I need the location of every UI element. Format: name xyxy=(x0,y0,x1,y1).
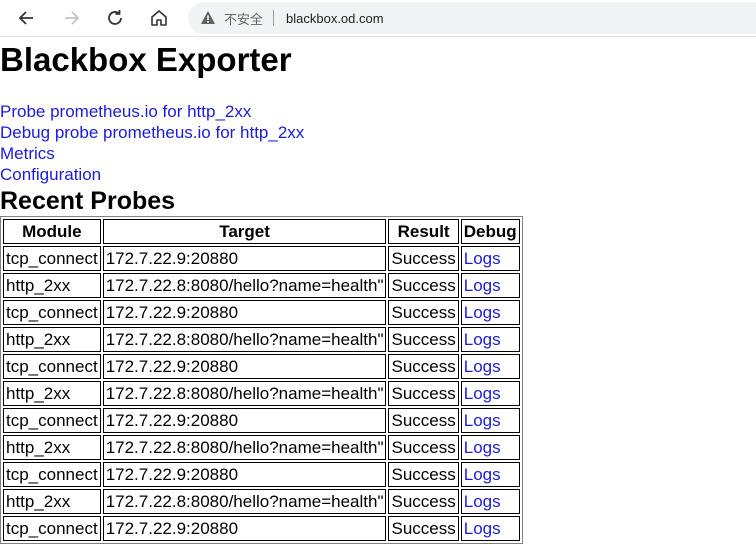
result-cell: Success xyxy=(388,273,459,298)
table-row: http_2xx 172.7.22.8:8080/hello?name=healt… xyxy=(3,381,520,406)
table-row: tcp_connect 172.7.22.9:20880 Success Logs xyxy=(3,516,520,541)
target-cell: 172.7.22.9:20880 xyxy=(102,300,387,325)
target-cell: 172.7.22.9:20880 xyxy=(102,354,387,379)
address-bar[interactable]: 不安全 blackbox.od.com xyxy=(188,2,756,34)
address-divider xyxy=(273,10,275,26)
logs-link[interactable]: Logs xyxy=(460,327,520,352)
table-header-row: Module Target Result Debug xyxy=(3,219,520,244)
logs-link[interactable]: Logs xyxy=(460,300,520,325)
result-cell: Success xyxy=(388,462,459,487)
forward-icon xyxy=(65,11,80,25)
table-row: tcp_connect 172.7.22.9:20880 Success Logs xyxy=(3,354,520,379)
logs-link[interactable]: Logs xyxy=(460,354,520,379)
table-row: tcp_connect 172.7.22.9:20880 Success Logs xyxy=(3,462,520,487)
home-icon xyxy=(151,10,167,26)
target-cell: 172.7.22.9:20880 xyxy=(102,246,387,271)
logs-link[interactable]: Logs xyxy=(460,516,520,541)
debug-header: Debug xyxy=(460,219,520,244)
back-button[interactable] xyxy=(13,4,41,32)
table-row: http_2xx 172.7.22.8:8080/hello?name=healt… xyxy=(3,435,520,460)
result-cell: Success xyxy=(388,354,459,379)
module-cell: http_2xx xyxy=(3,381,101,406)
home-button[interactable] xyxy=(145,4,173,32)
result-cell: Success xyxy=(388,489,459,514)
logs-link[interactable]: Logs xyxy=(460,381,520,406)
logs-link[interactable]: Logs xyxy=(460,462,520,487)
url-text[interactable]: blackbox.od.com xyxy=(286,11,384,26)
logs-link[interactable]: Logs xyxy=(460,435,520,460)
table-row: http_2xx 172.7.22.8:8080/hello?name=healt… xyxy=(3,327,520,352)
probe-link[interactable]: Probe prometheus.io for http_2xx xyxy=(0,101,304,122)
module-header: Module xyxy=(3,219,101,244)
module-cell: http_2xx xyxy=(3,435,101,460)
target-header: Target xyxy=(102,219,387,244)
links-list: Probe prometheus.io for http_2xx Debug p… xyxy=(0,101,304,185)
debug-probe-link[interactable]: Debug probe prometheus.io for http_2xx xyxy=(0,122,304,143)
target-cell: 172.7.22.8:8080/hello?name=health" xyxy=(102,327,387,352)
module-cell: http_2xx xyxy=(3,327,101,352)
result-cell: Success xyxy=(388,381,459,406)
logs-link[interactable]: Logs xyxy=(460,273,520,298)
target-cell: 172.7.22.9:20880 xyxy=(102,408,387,433)
table-row: tcp_connect 172.7.22.9:20880 Success Logs xyxy=(3,246,520,271)
result-cell: Success xyxy=(388,516,459,541)
reload-button[interactable] xyxy=(101,4,129,32)
metrics-link[interactable]: Metrics xyxy=(0,143,304,164)
target-cell: 172.7.22.8:8080/hello?name=health" xyxy=(102,273,387,298)
module-cell: tcp_connect xyxy=(3,462,101,487)
module-cell: tcp_connect xyxy=(3,408,101,433)
recent-probes-heading: Recent Probes xyxy=(0,187,176,215)
target-cell: 172.7.22.8:8080/hello?name=health" xyxy=(102,489,387,514)
logs-link[interactable]: Logs xyxy=(460,489,520,514)
target-cell: 172.7.22.8:8080/hello?name=health" xyxy=(102,435,387,460)
module-cell: tcp_connect xyxy=(3,300,101,325)
result-cell: Success xyxy=(388,408,459,433)
module-cell: tcp_connect xyxy=(3,354,101,379)
result-cell: Success xyxy=(388,435,459,460)
target-cell: 172.7.22.9:20880 xyxy=(102,462,387,487)
logs-link[interactable]: Logs xyxy=(460,408,520,433)
back-icon xyxy=(18,11,33,25)
result-cell: Success xyxy=(388,327,459,352)
target-cell: 172.7.22.9:20880 xyxy=(102,516,387,541)
target-cell: 172.7.22.8:8080/hello?name=health" xyxy=(102,381,387,406)
module-cell: http_2xx xyxy=(3,273,101,298)
forward-button[interactable] xyxy=(57,4,85,32)
browser-toolbar: 不安全 blackbox.od.com xyxy=(0,0,756,37)
warning-icon[interactable] xyxy=(200,10,216,26)
logs-link[interactable]: Logs xyxy=(460,246,520,271)
page-title: Blackbox Exporter xyxy=(0,41,292,78)
configuration-link[interactable]: Configuration xyxy=(0,164,304,185)
result-cell: Success xyxy=(388,300,459,325)
table-row: tcp_connect 172.7.22.9:20880 Success Logs xyxy=(3,408,520,433)
reload-icon xyxy=(108,10,122,25)
security-status-label[interactable]: 不安全 xyxy=(224,9,263,28)
result-cell: Success xyxy=(388,246,459,271)
recent-probes-table: Module Target Result Debug tcp_connect 17… xyxy=(0,216,523,544)
result-header: Result xyxy=(388,219,459,244)
table-row: tcp_connect 172.7.22.9:20880 Success Logs xyxy=(3,300,520,325)
module-cell: http_2xx xyxy=(3,489,101,514)
module-cell: tcp_connect xyxy=(3,246,101,271)
table-row: http_2xx 172.7.22.8:8080/hello?name=healt… xyxy=(3,273,520,298)
module-cell: tcp_connect xyxy=(3,516,101,541)
table-row: http_2xx 172.7.22.8:8080/hello?name=healt… xyxy=(3,489,520,514)
